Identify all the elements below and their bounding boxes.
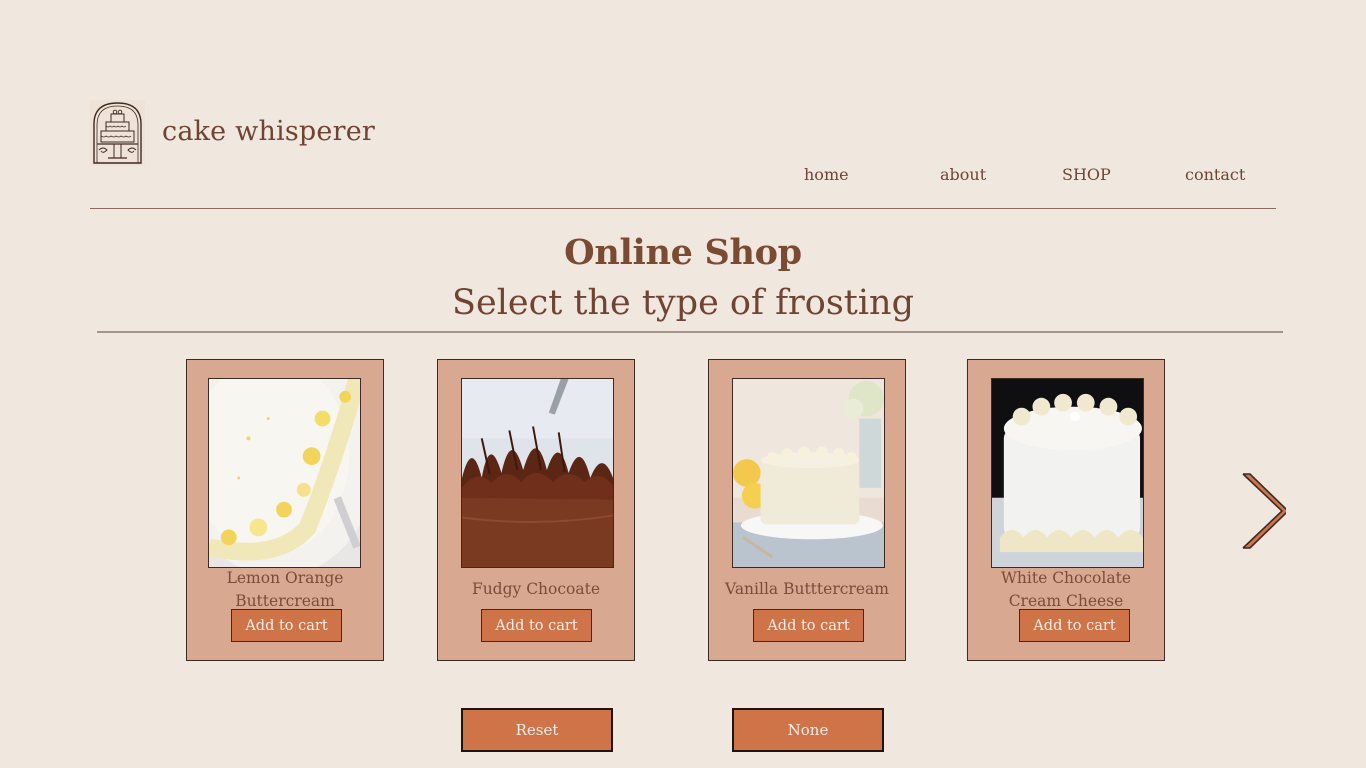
chocolate-cake-photo [461, 378, 614, 568]
add-to-cart-button[interactable]: Add to cart [481, 609, 592, 642]
section-divider [97, 331, 1283, 333]
product-card-lemon-orange: Lemon Orange Buttercream Add to cart [186, 359, 384, 661]
white-chocolate-cake-photo [991, 378, 1144, 568]
lemon-orange-cake-photo [208, 378, 361, 568]
nav-contact-link[interactable]: contact [1185, 165, 1245, 184]
product-card-white-chocolate: White Chocolate Cream Cheese Add to cart [967, 359, 1165, 661]
nav-shop-link[interactable]: SHOP [1062, 165, 1111, 184]
product-name: Lemon Orange [226, 569, 344, 587]
page-subtitle: Select the type of frosting [452, 283, 914, 323]
chevron-right-icon[interactable] [1240, 470, 1286, 554]
header-divider [90, 208, 1276, 209]
vanilla-cake-photo [732, 378, 885, 568]
product-card-fudgy-chocolate: Fudgy Chocoate Add to cart [437, 359, 635, 661]
add-to-cart-button[interactable]: Add to cart [1019, 609, 1130, 642]
add-to-cart-button[interactable]: Add to cart [753, 609, 864, 642]
nav-home-link[interactable]: home [804, 165, 849, 184]
page-title: Online Shop [564, 232, 802, 273]
product-name: White Chocolate [1001, 569, 1131, 587]
none-button[interactable]: None [732, 708, 884, 752]
add-to-cart-button[interactable]: Add to cart [231, 609, 342, 642]
product-name: Fudgy Chocoate [471, 580, 601, 598]
product-name: Vanilla Butttercream [725, 580, 889, 598]
shop-page: cake whisperer home about SHOP contact O… [0, 0, 1366, 768]
cake-logo-icon[interactable] [90, 100, 145, 166]
reset-button[interactable]: Reset [461, 708, 613, 752]
product-card-vanilla: Vanilla Butttercream Add to cart [708, 359, 906, 661]
brand-name: cake whisperer [162, 116, 375, 147]
nav-about-link[interactable]: about [940, 165, 986, 184]
